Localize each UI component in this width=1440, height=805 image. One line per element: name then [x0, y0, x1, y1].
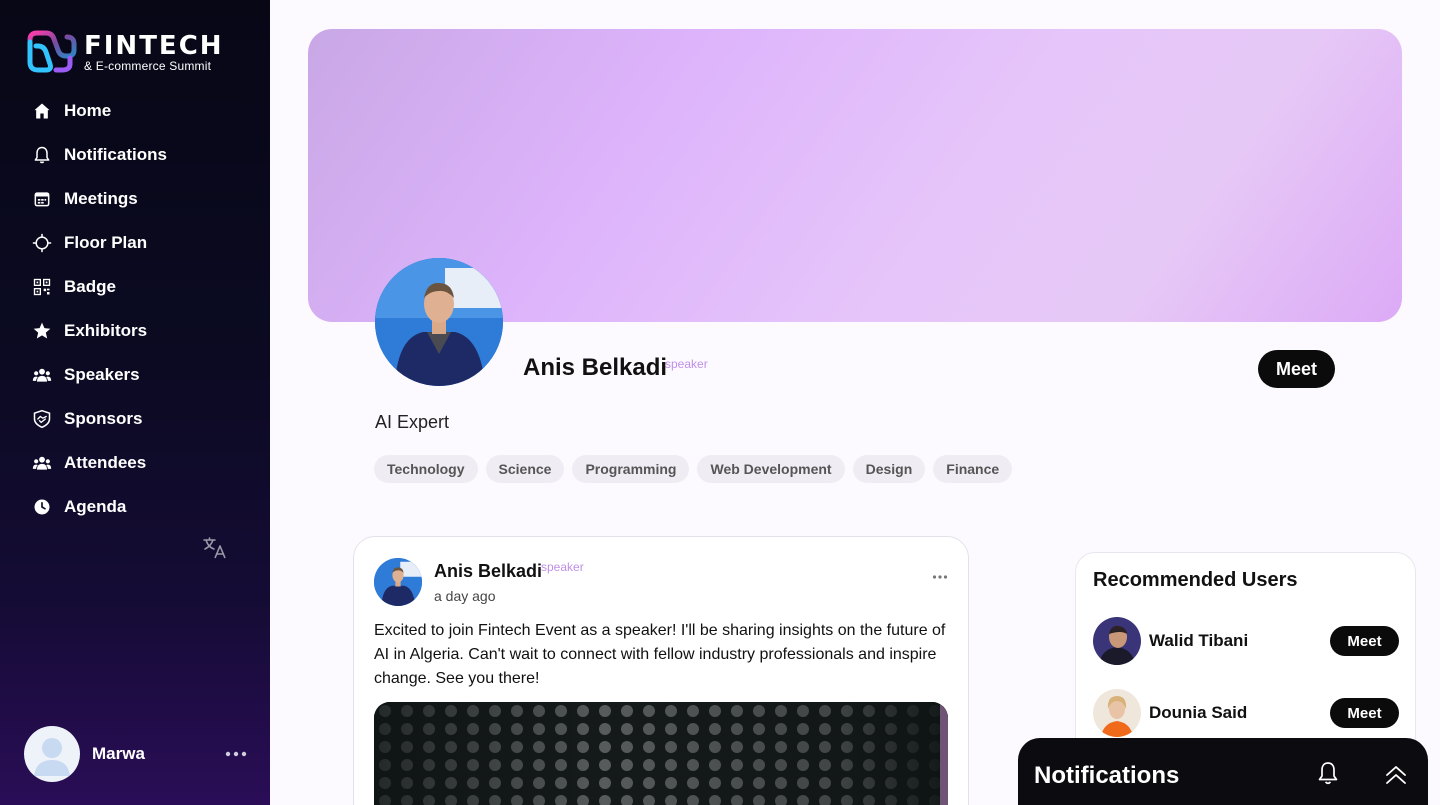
user-name: Marwa	[92, 744, 145, 763]
bell-icon[interactable]	[1316, 760, 1340, 786]
translate-icon[interactable]	[202, 535, 228, 561]
interest-tags: Technology Science Programming Web Devel…	[374, 455, 1013, 483]
sidebar-item-label: Notifications	[64, 145, 167, 164]
sidebar-item-home[interactable]: Home	[0, 89, 270, 133]
post-card: Anis Belkadi speaker a day ago Excited t…	[353, 536, 969, 805]
qr-code-icon	[32, 277, 52, 297]
tag[interactable]: Design	[852, 455, 926, 483]
sidebar-item-label: Floor Plan	[64, 233, 148, 252]
star-icon	[32, 321, 52, 341]
crosshair-icon	[32, 233, 52, 253]
avatar	[24, 726, 80, 782]
sidebar-item-agenda[interactable]: Agenda	[0, 485, 270, 529]
sidebar-item-label: Meetings	[64, 189, 138, 208]
sidebar-item-attendees[interactable]: Attendees	[0, 441, 270, 485]
sidebar-item-speakers[interactable]: Speakers	[0, 353, 270, 397]
sidebar-item-label: Badge	[64, 277, 116, 296]
user-name: Dounia Said	[1149, 703, 1248, 722]
post-more-options-icon[interactable]	[932, 573, 948, 581]
sidebar-item-label: Speakers	[64, 365, 140, 384]
tag[interactable]: Programming	[572, 455, 690, 483]
sidebar-item-label: Exhibitors	[64, 321, 148, 340]
post-timestamp: a day ago	[434, 588, 496, 604]
meet-button[interactable]: Meet	[1258, 350, 1335, 388]
profile-title: AI Expert	[375, 412, 450, 432]
bell-icon	[32, 145, 52, 165]
sidebar-nav: Home Notifications Meetings Floor Plan B…	[0, 89, 270, 529]
profile-avatar	[375, 258, 503, 386]
meet-button[interactable]: Meet	[1330, 626, 1399, 656]
chevron-double-up-icon[interactable]	[1384, 764, 1408, 786]
app-logo[interactable]: FINTECH & E-commerce Summit	[24, 30, 224, 74]
tag[interactable]: Finance	[933, 455, 1013, 483]
user-name: Walid Tibani	[1149, 631, 1249, 650]
section-title: Recommended Users	[1093, 569, 1298, 591]
sidebar-item-notifications[interactable]: Notifications	[0, 133, 270, 177]
profile-name: Anis Belkadi	[523, 354, 668, 381]
sidebar-item-exhibitors[interactable]: Exhibitors	[0, 309, 270, 353]
handshake-icon	[32, 409, 52, 429]
avatar[interactable]	[374, 558, 422, 606]
post-image[interactable]	[374, 702, 948, 805]
meet-button[interactable]: Meet	[1330, 698, 1399, 728]
list-item[interactable]: Walid Tibani Meet	[1093, 617, 1399, 665]
profile-role-badge: speaker	[665, 357, 708, 371]
post-author[interactable]: Anis Belkadi	[434, 561, 542, 582]
sidebar-item-label: Sponsors	[64, 409, 143, 428]
post-body: Excited to join Fintech Event as a speak…	[374, 622, 946, 687]
tag[interactable]: Web Development	[697, 455, 845, 483]
post-role-badge: speaker	[541, 560, 584, 574]
users-icon	[32, 453, 52, 473]
home-icon	[32, 101, 52, 121]
avatar	[1093, 689, 1141, 737]
sidebar-item-label: Agenda	[64, 497, 127, 516]
sidebar-item-sponsors[interactable]: Sponsors	[0, 397, 270, 441]
logo-mark-icon	[27, 30, 77, 73]
sidebar-item-label: Attendees	[64, 453, 147, 472]
logo-title: FINTECH	[84, 30, 224, 61]
avatar	[1093, 617, 1141, 665]
sidebar: FINTECH & E-commerce Summit Home Notific…	[0, 0, 270, 805]
list-item[interactable]: Dounia Said Meet	[1093, 689, 1399, 737]
logo-subtitle: & E-commerce Summit	[84, 58, 212, 73]
current-user[interactable]: Marwa	[24, 726, 254, 782]
tag[interactable]: Technology	[374, 455, 478, 483]
more-options-icon[interactable]	[224, 746, 248, 762]
notifications-title: Notifications	[1034, 762, 1180, 789]
users-icon	[32, 365, 52, 385]
sidebar-item-floor-plan[interactable]: Floor Plan	[0, 221, 270, 265]
calendar-icon	[32, 189, 52, 209]
notifications-panel[interactable]: Notifications	[1018, 738, 1428, 805]
sidebar-item-meetings[interactable]: Meetings	[0, 177, 270, 221]
sidebar-item-label: Home	[64, 101, 112, 120]
clock-icon	[32, 497, 52, 517]
tag[interactable]: Science	[485, 455, 565, 483]
sidebar-item-badge[interactable]: Badge	[0, 265, 270, 309]
